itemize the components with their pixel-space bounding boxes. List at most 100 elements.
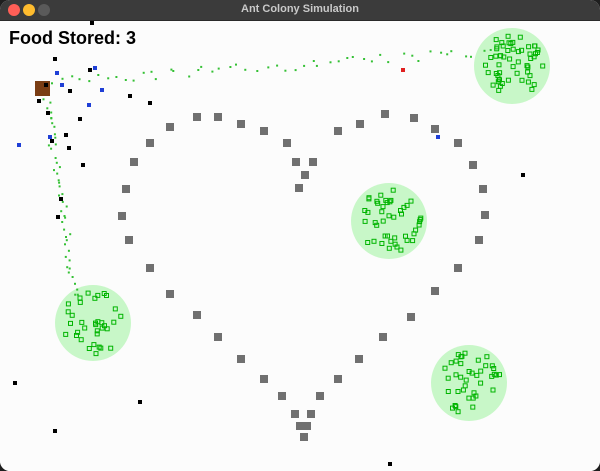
obstacle-block (237, 120, 245, 128)
app-window: Ant Colony Simulation Food Stored: 3 (0, 0, 600, 471)
pheromone-dot (411, 54, 414, 57)
ant (521, 173, 525, 177)
obstacle-block (260, 127, 268, 135)
ant (37, 99, 41, 103)
pheromone-dot (53, 169, 55, 172)
obstacle-block (166, 290, 174, 298)
pheromone-dot (49, 101, 52, 104)
pheromone-dot (483, 49, 486, 52)
pheromone-dot (60, 210, 63, 213)
obstacle-block (283, 139, 291, 147)
pheromone-dot (217, 67, 220, 70)
pheromone-dot (65, 239, 68, 242)
obstacle-block (118, 212, 126, 220)
obstacle-block (166, 123, 174, 131)
pheromone-dot (256, 70, 259, 72)
food-zone (431, 345, 507, 421)
ant (59, 197, 63, 201)
scout-ant (87, 103, 91, 107)
ant (68, 89, 72, 93)
world-layer (13, 21, 550, 466)
pheromone-dot (417, 60, 420, 62)
pheromone-dot (61, 200, 64, 203)
pheromone-dot (54, 157, 57, 159)
pheromone-dot (58, 185, 61, 188)
pheromone-dot (76, 288, 79, 291)
pheromone-dot (71, 75, 74, 78)
pheromone-dot (55, 161, 58, 164)
ant (64, 133, 68, 137)
pheromone-dot (170, 68, 173, 71)
scout-ant (60, 83, 64, 87)
pheromone-dot (53, 133, 56, 136)
pheromone-dot (446, 53, 449, 56)
title-bar: Ant Colony Simulation (0, 0, 600, 21)
obstacle-block (481, 211, 489, 219)
pheromone-dot (154, 78, 157, 81)
obstacle-block (307, 410, 315, 418)
obstacle-block (237, 355, 245, 363)
obstacle-block (356, 120, 364, 128)
pheromone-dot (244, 68, 247, 71)
pheromone-dot (172, 70, 175, 72)
ant (56, 215, 60, 219)
ant (81, 163, 85, 167)
pheromone-dot (403, 52, 406, 55)
food-zone (474, 28, 550, 104)
obstacle-block (146, 139, 154, 147)
ant (13, 381, 17, 385)
pheromone-dot (50, 147, 53, 150)
obstacle-block (296, 422, 304, 430)
obstacle-block (260, 375, 268, 383)
pheromone-dot (58, 181, 61, 184)
pheromone-dot (489, 49, 492, 51)
pheromone-dot (64, 243, 66, 246)
ant (128, 94, 132, 98)
obstacle-block (454, 139, 462, 147)
obstacle-block (334, 375, 342, 383)
pheromone-dot (211, 70, 214, 73)
scout-ant (436, 135, 440, 139)
obstacle-block (295, 184, 303, 192)
pheromone-dot (188, 75, 191, 78)
pheromone-dot (78, 78, 81, 81)
pheromone-dot (470, 55, 472, 58)
pheromone-dot (64, 216, 67, 219)
pheromone-dot (284, 69, 287, 72)
ant (53, 57, 57, 61)
obstacle-block (300, 433, 308, 441)
pheromone-dot (61, 221, 64, 223)
pheromone-dot (69, 233, 72, 236)
pheromone-dot (387, 61, 390, 64)
pheromone-dot (329, 61, 332, 64)
ant (90, 21, 94, 25)
pheromone-dot (53, 125, 56, 128)
obstacle-block (193, 113, 201, 121)
obstacle-block (301, 171, 309, 179)
pheromone-dot (54, 136, 57, 139)
window-title: Ant Colony Simulation (241, 3, 359, 15)
obstacle-block (193, 311, 201, 319)
scout-ant (93, 66, 97, 70)
pheromone-dot (312, 60, 315, 62)
pheromone-dot (303, 64, 306, 67)
pheromone-dot (229, 66, 232, 68)
obstacle-block (379, 333, 387, 341)
simulation-canvas[interactable]: Food Stored: 3 (0, 21, 600, 471)
pheromone-dot (50, 111, 53, 114)
food-zone (351, 183, 427, 259)
pheromone-dot (57, 179, 60, 182)
pheromone-dot (465, 55, 468, 58)
pheromone-dot (71, 276, 74, 278)
obstacle-block (291, 410, 299, 418)
pheromone-dot (370, 60, 373, 63)
pheromone-dot (107, 77, 110, 80)
pheromone-dot (76, 293, 79, 296)
pheromone-dot (267, 66, 270, 69)
pheromone-dot (351, 56, 354, 58)
pheromone-dot (276, 64, 279, 67)
ant (50, 139, 54, 143)
ant (88, 68, 92, 72)
pheromone-dot (65, 236, 67, 238)
pheromone-dot (346, 57, 349, 59)
